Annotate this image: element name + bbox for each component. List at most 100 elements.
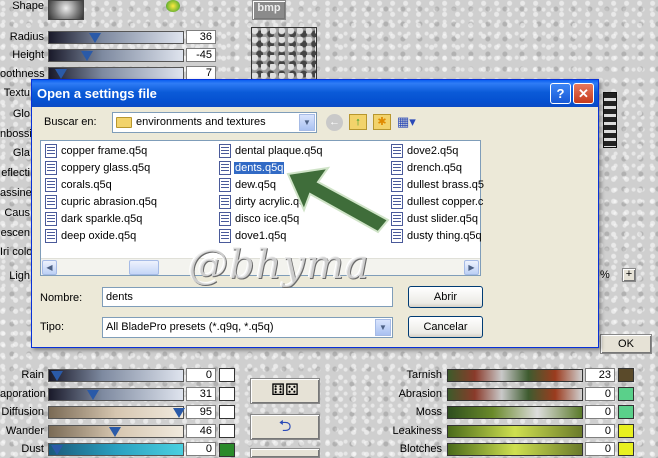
open-button[interactable]: Abrir: [408, 286, 483, 308]
back-icon[interactable]: ←: [326, 114, 343, 131]
undo-button[interactable]: ⮌: [250, 414, 320, 440]
diffusion-label: Diffusion: [1, 406, 44, 418]
file-name: dusty thing.q5q: [407, 230, 482, 242]
chevron-down-icon[interactable]: ▼: [299, 114, 315, 131]
tarnish-color[interactable]: [618, 368, 634, 382]
gla-label: Gla: [12, 147, 30, 159]
moss-slider[interactable]: [447, 406, 583, 419]
shape-preview[interactable]: [48, 0, 84, 20]
iridescence-label: escen: [0, 227, 30, 239]
moss-color[interactable]: [618, 405, 634, 419]
file-item[interactable]: dental plaque.q5q: [219, 143, 323, 159]
moss-label: Moss: [415, 406, 442, 418]
radius-slider[interactable]: [48, 31, 184, 44]
new-folder-icon[interactable]: ✱: [373, 114, 391, 130]
cancel-button[interactable]: Cancelar: [408, 316, 483, 338]
leakiness-slider[interactable]: [447, 425, 583, 438]
random-dice-button[interactable]: ⚅⚄: [250, 378, 320, 404]
tarnish-slider[interactable]: [447, 369, 583, 382]
tarnish-value[interactable]: 23: [585, 368, 615, 382]
evaporation-label: aporation: [0, 388, 46, 400]
gem-icon: [166, 0, 180, 12]
radius-value[interactable]: 36: [186, 30, 216, 44]
file-item[interactable]: drench.q5q: [391, 160, 463, 176]
file-item[interactable]: dullest brass.q5: [391, 177, 485, 193]
dust-slider[interactable]: [48, 443, 184, 456]
moss-value[interactable]: 0: [585, 405, 615, 419]
close-button[interactable]: ✕: [573, 83, 594, 104]
file-item[interactable]: dents.q5q: [219, 160, 286, 176]
radius-label: Radius: [9, 31, 44, 43]
zoom-plus-button[interactable]: +: [622, 268, 636, 282]
wander-value[interactable]: 46: [186, 424, 216, 438]
height-slider[interactable]: [48, 49, 184, 62]
evaporation-slider[interactable]: [48, 388, 184, 401]
rain-slider[interactable]: [48, 369, 184, 382]
type-combo[interactable]: All BladePro presets (*.q9q, *.q5q) ▼: [102, 317, 393, 338]
file-icon: [45, 178, 57, 192]
file-name: dullest copper.c: [407, 196, 484, 208]
help-button[interactable]: ?: [550, 83, 571, 104]
reflection-label: eflecti: [1, 167, 30, 179]
rain-value[interactable]: 0: [186, 368, 216, 382]
abrasion-slider[interactable]: [447, 388, 583, 401]
ok-button[interactable]: OK: [600, 334, 652, 354]
file-icon: [45, 229, 57, 243]
file-item[interactable]: dusty thing.q5q: [391, 228, 483, 244]
file-name: corals.q5q: [61, 179, 112, 191]
evaporation-value[interactable]: 31: [186, 387, 216, 401]
file-name: copper frame.q5q: [61, 145, 148, 157]
smoothness-value[interactable]: 7: [186, 66, 216, 80]
color-swatch-4[interactable]: [219, 443, 235, 457]
file-icon: [391, 144, 403, 158]
chevron-down-icon[interactable]: ▼: [375, 319, 391, 336]
scroll-thumb[interactable]: [129, 260, 159, 275]
drop-icon[interactable]: [219, 405, 235, 419]
file-icon: [219, 144, 231, 158]
diffusion-value[interactable]: 95: [186, 405, 216, 419]
shape-label: Shape: [12, 0, 44, 12]
abrasion-color[interactable]: [618, 387, 634, 401]
abrasion-value[interactable]: 0: [585, 387, 615, 401]
file-name: coppery glass.q5q: [61, 162, 151, 174]
leakiness-color[interactable]: [618, 424, 634, 438]
color-swatch-3[interactable]: [219, 424, 235, 438]
file-name: dust slider.q5q: [407, 213, 478, 225]
rain-label: Rain: [21, 369, 44, 381]
file-item[interactable]: cupric abrasion.q5q: [45, 194, 158, 210]
preview-area: [600, 0, 658, 340]
bmp-button[interactable]: bmp: [252, 0, 286, 20]
file-item[interactable]: dust slider.q5q: [391, 211, 479, 227]
diffusion-slider[interactable]: [48, 406, 185, 419]
file-icon: [45, 161, 57, 175]
leakiness-value[interactable]: 0: [585, 424, 615, 438]
file-item[interactable]: dullest copper.c: [391, 194, 484, 210]
dialog-titlebar[interactable]: Open a settings file: [32, 80, 598, 107]
wander-slider[interactable]: [48, 425, 184, 438]
tarnish-label: Tarnish: [406, 369, 442, 381]
scroll-left-icon[interactable]: ◀: [42, 260, 57, 275]
file-item[interactable]: corals.q5q: [45, 177, 113, 193]
folder-icon: [116, 117, 132, 128]
file-item[interactable]: dew.q5q: [219, 177, 277, 193]
blotches-slider[interactable]: [447, 443, 583, 456]
height-value[interactable]: -45: [186, 48, 216, 62]
file-item[interactable]: dove2.q5q: [391, 143, 459, 159]
light-label: Ligh: [9, 270, 30, 282]
up-folder-icon[interactable]: ↑: [349, 114, 367, 130]
file-name: deep oxide.q5q: [61, 230, 137, 242]
file-item[interactable]: deep oxide.q5q: [45, 228, 137, 244]
file-item[interactable]: coppery glass.q5q: [45, 160, 151, 176]
lookin-combo[interactable]: environments and textures ▼: [112, 112, 317, 133]
bottom-button[interactable]: [250, 448, 320, 458]
color-swatch-1[interactable]: [219, 368, 235, 382]
view-menu-icon[interactable]: ▦▾: [397, 114, 421, 130]
color-swatch-2[interactable]: [219, 387, 235, 401]
file-item[interactable]: copper frame.q5q: [45, 143, 148, 159]
glassiness-label: assine: [0, 187, 32, 199]
name-field[interactable]: dents: [102, 287, 393, 307]
file-item[interactable]: dark sparkle.q5q: [45, 211, 143, 227]
watermark: @bhyma: [188, 242, 370, 288]
lookin-value: environments and textures: [136, 116, 266, 128]
scroll-right-icon[interactable]: ▶: [464, 260, 479, 275]
